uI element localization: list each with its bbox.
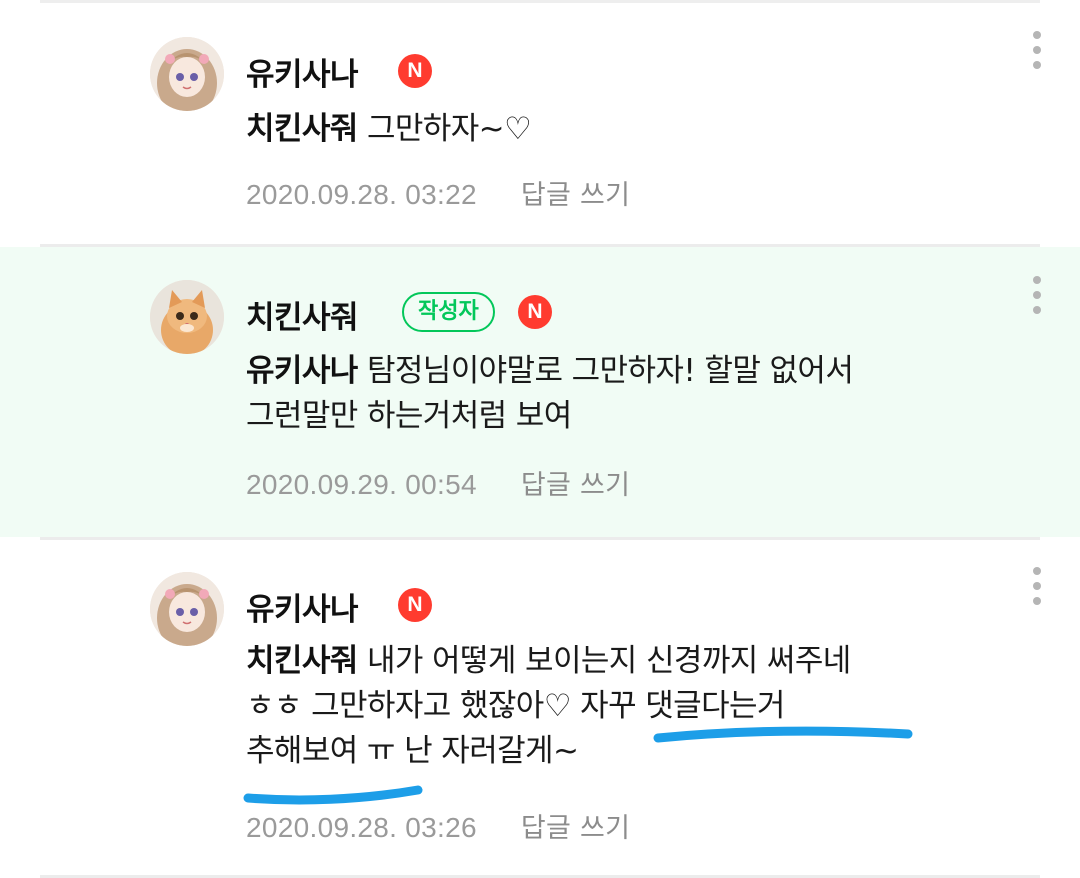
comment-meta: 2020.09.29. 00:54 답글 쓰기 (246, 463, 630, 502)
reply-button[interactable]: 답글 쓰기 (521, 813, 630, 844)
reply-button[interactable]: 답글 쓰기 (521, 470, 630, 501)
avatar-anime-girl[interactable] (150, 37, 224, 111)
avatar-kitten[interactable] (150, 280, 224, 354)
new-badge-icon: N (398, 588, 432, 622)
more-vertical-icon[interactable] (1028, 567, 1046, 617)
comment-date: 2020.09.29. 00:54 (246, 469, 477, 500)
comment-date: 2020.09.28. 03:26 (246, 812, 477, 843)
comment-meta: 2020.09.28. 03:22 답글 쓰기 (246, 173, 630, 212)
highlight-underline (653, 726, 913, 743)
comment-nickname[interactable]: 유키사나 (246, 49, 359, 94)
comment-line: 치킨사줘 그만하자~♡ (246, 107, 532, 152)
comment-body: 치킨사줘 내가 어떻게 보이는지 신경까지 써주네 ㅎㅎ 그만하자고 했잖아♡ … (246, 639, 851, 774)
comment-item: 유키사나 N 치킨사줘 그만하자~♡ 2020.09.28. 03:22 답글 쓰… (0, 3, 1080, 247)
comment-line: 유키사나 탐정님이야말로 그만하자! 할말 없어서 (246, 349, 854, 394)
comment-text: 추해보여 ㅠ 난 자러갈게~ (246, 733, 579, 769)
comment-text: ㅎㅎ 그만하자고 했잖아♡ 자꾸 댓글다는거 (246, 688, 785, 724)
comment-text: 탐정님이야말로 그만하자! 할말 없어서 (357, 353, 854, 389)
mention-link[interactable]: 치킨사줘 (246, 643, 358, 679)
comment-nickname[interactable]: 유키사나 (246, 584, 359, 629)
comment-item-author: 치킨사줘 작성자 N 유키사나 탐정님이야말로 그만하자! 할말 없어서 그런말… (0, 247, 1080, 537)
comment-body: 치킨사줘 그만하자~♡ (246, 107, 532, 152)
comment-date: 2020.09.28. 03:22 (246, 179, 477, 210)
new-badge-icon: N (398, 54, 432, 88)
comment-text: 내가 어떻게 보이는지 신경까지 써주네 (357, 643, 851, 679)
comment-meta: 2020.09.28. 03:26 답글 쓰기 (246, 806, 630, 845)
comment-body: 유키사나 탐정님이야말로 그만하자! 할말 없어서 그런말만 하는거처럼 보여 (246, 349, 854, 439)
avatar-anime-girl[interactable] (150, 572, 224, 646)
mention-link[interactable]: 유키사나 (246, 353, 358, 389)
comment-text: 그런말만 하는거처럼 보여 (246, 398, 572, 434)
comment-nickname[interactable]: 치킨사줘 (246, 292, 359, 337)
more-vertical-icon[interactable] (1028, 276, 1046, 326)
new-badge-icon: N (518, 295, 552, 329)
comment-item: 유키사나 N 치킨사줘 내가 어떻게 보이는지 신경까지 써주네 ㅎㅎ 그만하자… (0, 540, 1080, 878)
comment-line: 그런말만 하는거처럼 보여 (246, 394, 853, 439)
comment-line: 치킨사줘 내가 어떻게 보이는지 신경까지 써주네 (246, 639, 851, 684)
more-vertical-icon[interactable] (1028, 31, 1046, 81)
reply-button[interactable]: 답글 쓰기 (521, 180, 630, 211)
author-badge: 작성자 (402, 292, 495, 332)
mention-link[interactable]: 치킨사줘 (246, 111, 358, 147)
comment-text: 그만하자~♡ (357, 111, 532, 147)
